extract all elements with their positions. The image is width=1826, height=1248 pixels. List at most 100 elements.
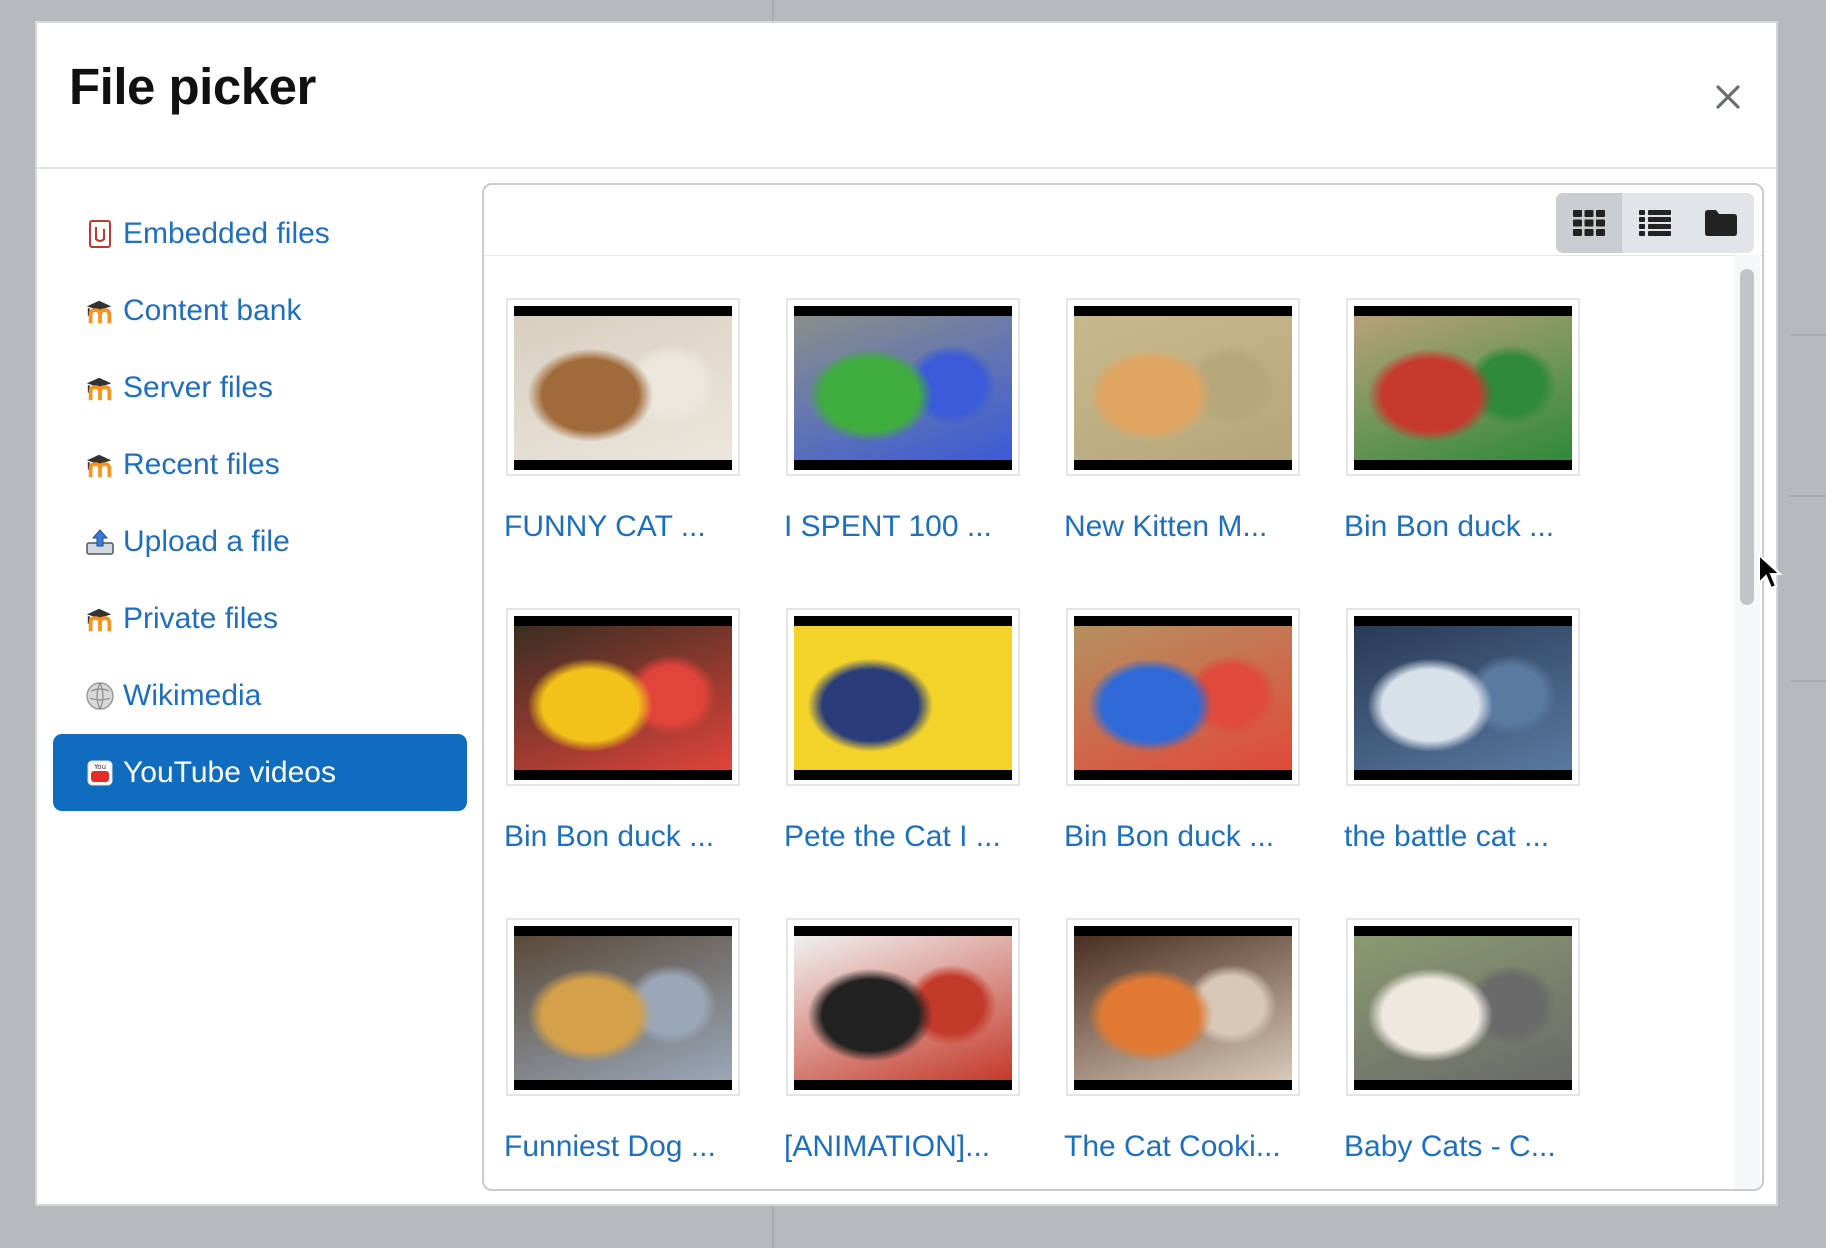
sidebar-item-label: YouTube videos — [123, 755, 336, 789]
file-tile[interactable]: New Kitten M... — [1064, 298, 1344, 608]
dialog-header: File picker — [37, 23, 1776, 169]
file-thumbnail-frame — [786, 608, 1020, 786]
sidebar-item-upload-a-file[interactable]: Upload a file — [53, 503, 467, 580]
thumbnail-image — [514, 316, 732, 460]
file-tile[interactable]: Pete the Cat I ... — [784, 608, 1064, 918]
file-tile[interactable]: The Cat Cooki... — [1064, 918, 1344, 1189]
file-tile[interactable]: Funniest Dog ... — [504, 918, 784, 1189]
wikimedia-icon — [85, 681, 115, 711]
file-tile[interactable]: Bin Bon duck ... — [1344, 298, 1624, 608]
thumbnail-image — [1074, 936, 1292, 1080]
file-name-label[interactable]: Bin Bon duck ... — [1344, 510, 1614, 544]
sidebar-item-embedded-files[interactable]: Embedded files — [53, 195, 467, 272]
moodle-icon — [85, 296, 115, 326]
thumbnail-image — [794, 316, 1012, 460]
sidebar-item-label: Upload a file — [123, 524, 290, 558]
file-name-label[interactable]: Bin Bon duck ... — [1064, 820, 1334, 854]
video-thumbnail — [1354, 306, 1572, 470]
upload-icon — [85, 527, 115, 557]
moodle-icon — [85, 450, 115, 480]
close-button[interactable] — [1708, 77, 1748, 117]
sidebar-item-private-files[interactable]: Private files — [53, 580, 467, 657]
file-thumbnail-frame — [1066, 298, 1300, 476]
file-browser-panel: FUNNY CAT ... I SPENT 100 ... New Kitten M… — [482, 183, 1764, 1191]
file-tile[interactable]: Bin Bon duck ... — [1064, 608, 1344, 918]
background-divider — [1790, 680, 1826, 682]
sidebar-item-label: Recent files — [123, 447, 280, 481]
file-thumbnail-frame — [506, 918, 740, 1096]
file-name-label[interactable]: I SPENT 100 ... — [784, 510, 1054, 544]
video-thumbnail — [1074, 926, 1292, 1090]
thumbnail-image — [1074, 626, 1292, 770]
file-thumbnail-frame — [1066, 918, 1300, 1096]
file-name-label[interactable]: Baby Cats - C... — [1344, 1130, 1614, 1164]
file-thumbnail-frame — [506, 608, 740, 786]
file-grid: FUNNY CAT ... I SPENT 100 ... New Kitten M… — [504, 298, 1624, 1189]
file-thumbnail-frame — [1346, 298, 1580, 476]
sidebar-item-recent-files[interactable]: Recent files — [53, 426, 467, 503]
video-thumbnail — [514, 306, 732, 470]
file-tile[interactable]: Bin Bon duck ... — [504, 608, 784, 918]
thumbnail-image — [514, 626, 732, 770]
file-thumbnail-frame — [786, 298, 1020, 476]
list-view-button[interactable] — [1622, 193, 1688, 253]
view-toolbar — [1556, 193, 1754, 253]
thumbnail-image — [794, 626, 1012, 770]
video-thumbnail — [794, 926, 1012, 1090]
sidebar-item-server-files[interactable]: Server files — [53, 349, 467, 426]
thumbnail-image — [1354, 316, 1572, 460]
file-name-label[interactable]: Bin Bon duck ... — [504, 820, 774, 854]
thumbnail-image — [1074, 316, 1292, 460]
sidebar-item-label: Content bank — [123, 293, 302, 327]
embedded-files-icon — [85, 219, 115, 249]
file-name-label[interactable]: Funniest Dog ... — [504, 1130, 774, 1164]
file-name-label[interactable]: New Kitten M... — [1064, 510, 1334, 544]
video-thumbnail — [1354, 926, 1572, 1090]
background-divider — [1790, 334, 1826, 336]
grid-view-button[interactable] — [1556, 193, 1622, 253]
background-divider — [1790, 495, 1826, 497]
file-name-label[interactable]: FUNNY CAT ... — [504, 510, 774, 544]
sidebar-item-content-bank[interactable]: Content bank — [53, 272, 467, 349]
thumbnail-image — [1354, 626, 1572, 770]
sidebar-item-label: Wikimedia — [123, 678, 262, 712]
file-list-area[interactable]: FUNNY CAT ... I SPENT 100 ... New Kitten M… — [484, 255, 1762, 1189]
file-name-label[interactable]: Pete the Cat I ... — [784, 820, 1054, 854]
file-name-label[interactable]: The Cat Cooki... — [1064, 1130, 1334, 1164]
repository-sidebar: Embedded files Content bank Server files Re… — [53, 195, 467, 811]
sidebar-item-wikimedia[interactable]: Wikimedia — [53, 657, 467, 734]
file-thumbnail-frame — [1066, 608, 1300, 786]
scrollbar-thumb[interactable] — [1740, 269, 1754, 605]
thumbnail-image — [794, 936, 1012, 1080]
video-thumbnail — [794, 616, 1012, 780]
file-name-label[interactable]: the battle cat ... — [1344, 820, 1614, 854]
sidebar-item-label: Private files — [123, 601, 279, 635]
video-thumbnail — [794, 306, 1012, 470]
sidebar-item-label: Server files — [123, 370, 274, 404]
folder-view-icon — [1705, 210, 1737, 236]
file-thumbnail-frame — [1346, 918, 1580, 1096]
youtube-icon: You — [85, 758, 115, 788]
file-tile[interactable]: Baby Cats - C... — [1344, 918, 1624, 1189]
file-tile[interactable]: the battle cat ... — [1344, 608, 1624, 918]
mouse-cursor-icon — [1758, 553, 1783, 590]
list-view-icon — [1639, 210, 1671, 236]
moodle-icon — [85, 604, 115, 634]
file-picker-dialog: File picker Embedded files Content bank Se… — [35, 21, 1778, 1206]
sidebar-item-label: Embedded files — [123, 216, 330, 250]
dialog-title: File picker — [69, 58, 316, 115]
file-tile[interactable]: [ANIMATION]... — [784, 918, 1064, 1189]
file-tile[interactable]: I SPENT 100 ... — [784, 298, 1064, 608]
thumbnail-image — [514, 936, 732, 1080]
sidebar-item-youtube-videos[interactable]: You YouTube videos — [53, 734, 467, 811]
file-name-label[interactable]: [ANIMATION]... — [784, 1130, 1054, 1164]
folder-view-button[interactable] — [1688, 193, 1754, 253]
moodle-icon — [85, 373, 115, 403]
close-icon — [1716, 85, 1740, 109]
thumbnail-image — [1354, 936, 1572, 1080]
video-thumbnail — [514, 926, 732, 1090]
video-thumbnail — [1074, 306, 1292, 470]
file-tile[interactable]: FUNNY CAT ... — [504, 298, 784, 608]
file-thumbnail-frame — [1346, 608, 1580, 786]
video-thumbnail — [1354, 616, 1572, 780]
